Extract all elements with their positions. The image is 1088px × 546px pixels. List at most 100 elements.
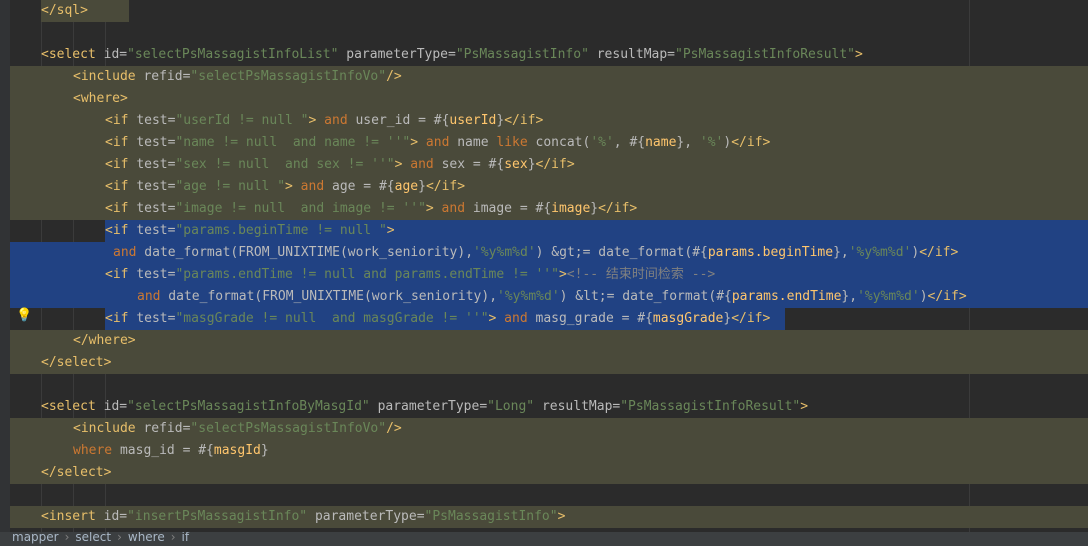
code-line[interactable]: <select id="selectPsMassagistInfoByMasgI… — [41, 396, 808, 418]
code-line[interactable]: <if test="age != null "> and age = #{age… — [105, 176, 465, 198]
breadcrumb-item-select[interactable]: select — [69, 532, 117, 546]
code-token: like — [496, 135, 528, 150]
code-token: '%' — [699, 135, 724, 150]
code-line[interactable]: and date_format(FROM_UNIXTIME(work_senio… — [113, 242, 958, 264]
code-line[interactable]: <if test="sex != null and sex != ''"> an… — [105, 154, 575, 176]
code-token: <include — [73, 421, 144, 436]
code-token: > — [800, 399, 809, 414]
code-token: <if — [105, 311, 137, 326]
code-line[interactable]: <select id="selectPsMassagistInfoList" p… — [41, 44, 863, 66]
code-token: and — [292, 179, 325, 194]
code-token: <include — [73, 69, 144, 84]
code-token: > — [557, 509, 566, 524]
code-token: and — [496, 311, 528, 326]
code-token: masg_grade = #{ — [527, 311, 653, 326]
code-token: <if — [105, 157, 137, 172]
code-line[interactable]: <if test="params.endTime != null and par… — [105, 264, 715, 286]
breadcrumb-item-if[interactable]: if — [176, 532, 196, 546]
code-editor[interactable]: </sql> <select id="selectPsMassagistInfoL… — [0, 0, 1088, 532]
code-token: concat( — [527, 135, 591, 150]
code-line[interactable]: <if test="params.beginTime != null "> — [105, 220, 395, 242]
code-token: "Long" — [487, 399, 535, 414]
code-token: name — [449, 135, 497, 150]
code-token: </if> — [919, 245, 959, 260]
code-token: > — [410, 135, 419, 150]
code-line[interactable]: </select> — [41, 352, 111, 374]
code-token: } — [590, 201, 599, 216]
code-token: age — [394, 179, 419, 194]
code-token: test= — [136, 113, 176, 128]
code-token: '%y%m%d' — [848, 245, 912, 260]
code-token: "masgGrade != null and masgGrade != ''" — [175, 311, 489, 326]
code-token: </select> — [41, 465, 112, 480]
breadcrumb-item-mapper[interactable]: mapper — [0, 532, 65, 546]
code-token: > — [285, 179, 293, 194]
code-token: masgId — [213, 443, 261, 458]
code-token: "PsMassagistInfo" — [424, 509, 558, 524]
code-token: "PsMassagistInfoResult" — [675, 47, 856, 62]
code-line[interactable]: </sql> — [41, 0, 88, 22]
code-token: </if> — [731, 311, 771, 326]
breadcrumb-item-where[interactable]: where — [122, 532, 171, 546]
code-line[interactable]: where masg_id = #{masgId} — [73, 440, 269, 462]
code-token: }, — [676, 135, 700, 150]
code-token: ) &gt;= date_format(#{ — [535, 245, 708, 260]
code-line[interactable]: </select> — [41, 462, 111, 484]
code-token: /> — [386, 421, 402, 436]
code-token: <if — [105, 179, 137, 194]
code-token: test= — [136, 157, 176, 172]
code-token: "PsMassagistInfoResult" — [620, 399, 801, 414]
code-token: refid= — [143, 421, 191, 436]
code-token: </if> — [731, 135, 771, 150]
code-line[interactable]: <where> — [73, 88, 128, 110]
code-token: parameterType= — [307, 509, 425, 524]
code-token: and — [433, 201, 466, 216]
code-token: , #{ — [613, 135, 646, 150]
code-token: id= — [103, 509, 128, 524]
code-token: user_id = #{ — [347, 113, 450, 128]
code-token: </if> — [504, 113, 544, 128]
code-token: </if> — [598, 201, 638, 216]
code-line[interactable]: <if test="masgGrade != null and masgGrad… — [105, 308, 770, 330]
code-token: '%y%m%d' — [857, 289, 920, 304]
code-token: id= — [103, 47, 128, 62]
code-line[interactable]: <if test="image != null and image != ''"… — [105, 198, 637, 220]
breadcrumb: mapper › select › where › if — [0, 532, 1088, 546]
code-line[interactable]: <if test="name != null and name != ''"> … — [105, 132, 770, 154]
code-token: "params.endTime != null and params.endTi… — [175, 267, 559, 282]
code-token: sex — [504, 157, 528, 172]
code-token: test= — [136, 179, 176, 194]
code-token: "params.beginTime != null " — [175, 223, 387, 238]
code-token: "selectPsMassagistInfoByMasgId" — [127, 399, 370, 414]
code-line[interactable]: <include refid="selectPsMassagistInfoVo"… — [73, 66, 402, 88]
code-line[interactable]: and date_format(FROM_UNIXTIME(work_senio… — [137, 286, 967, 308]
code-token: <insert — [41, 509, 104, 524]
code-token: and — [113, 245, 137, 260]
code-token: }, — [833, 245, 849, 260]
editor-gutter[interactable] — [0, 0, 10, 532]
code-token: <select — [41, 399, 104, 414]
code-token: where — [73, 443, 113, 458]
code-line[interactable]: </where> — [73, 330, 136, 352]
code-token: test= — [136, 201, 176, 216]
code-token: </where> — [73, 333, 136, 348]
code-token: ) — [911, 245, 920, 260]
code-token: resultMap= — [588, 47, 675, 62]
code-token: "age != null " — [175, 179, 286, 194]
code-token: and — [402, 157, 434, 172]
code-token: test= — [136, 135, 176, 150]
scope-highlight — [10, 462, 1088, 484]
code-token: <where> — [73, 91, 128, 106]
code-token: resultMap= — [534, 399, 621, 414]
lightbulb-icon[interactable]: 💡 — [16, 308, 32, 324]
code-line[interactable]: <insert id="insertPsMassagistInfo" param… — [41, 506, 565, 528]
code-token: ) &lt;= date_format(#{ — [559, 289, 732, 304]
code-line[interactable]: <if test="userId != null "> and user_id … — [105, 110, 543, 132]
code-token: /> — [386, 69, 402, 84]
code-token: '%y%m%d' — [497, 289, 560, 304]
code-token: <if — [105, 113, 137, 128]
code-token: age = #{ — [324, 179, 395, 194]
code-token: > — [386, 223, 395, 238]
code-line[interactable]: <include refid="selectPsMassagistInfoVo"… — [73, 418, 402, 440]
code-token: parameterType= — [338, 47, 456, 62]
